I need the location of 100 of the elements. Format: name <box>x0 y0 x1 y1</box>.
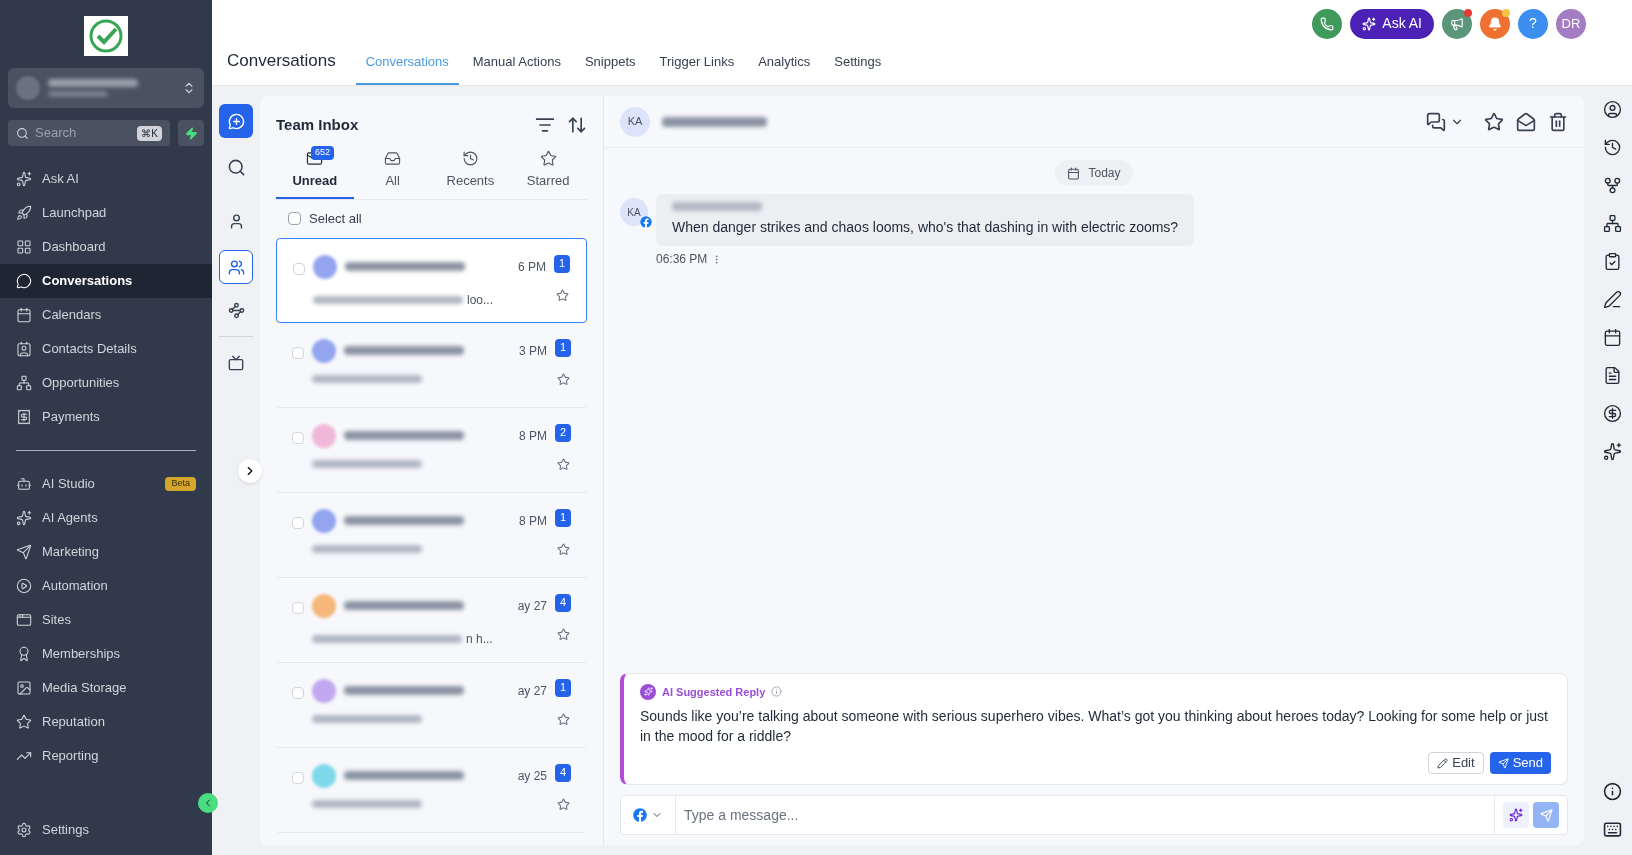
nav-item[interactable]: AI Agents <box>0 501 212 535</box>
header-tab[interactable]: Manual Actions <box>462 51 571 85</box>
nav-item[interactable]: Opportunities <box>0 366 212 400</box>
edit-button[interactable]: Edit <box>1428 752 1484 774</box>
collapse-button[interactable] <box>198 793 218 813</box>
nav-item[interactable]: Memberships <box>0 637 212 671</box>
conversation-row[interactable]: 8 PM 1 <box>276 492 587 578</box>
star-icon[interactable] <box>556 712 570 726</box>
announcements-button[interactable] <box>1442 8 1472 39</box>
filter-icon[interactable] <box>535 115 555 135</box>
sender-avatar: KA <box>620 198 648 226</box>
select-all-checkbox[interactable] <box>288 212 301 225</box>
trash-icon[interactable] <box>1548 111 1568 132</box>
date-chip: Today <box>1055 160 1133 186</box>
bell-icon <box>1488 16 1502 31</box>
keyboard-icon[interactable] <box>1602 820 1622 839</box>
history-icon[interactable] <box>1602 138 1622 157</box>
info-icon[interactable] <box>1602 782 1622 801</box>
send-button[interactable]: Send <box>1489 752 1551 774</box>
clipboard-icon[interactable] <box>1602 252 1622 271</box>
star-icon[interactable] <box>556 457 570 471</box>
search-input[interactable]: Search <box>35 123 132 143</box>
nav-item[interactable]: Calendars <box>0 298 212 332</box>
nav-item[interactable]: Ask AI <box>0 162 212 196</box>
fork-icon[interactable] <box>1602 176 1622 195</box>
ai-compose-button[interactable] <box>1503 802 1529 828</box>
row-checkbox[interactable] <box>292 601 304 614</box>
nav-item[interactable]: Reporting <box>0 739 212 773</box>
network-icon[interactable] <box>1602 214 1622 233</box>
nav-item[interactable]: Reputation <box>0 705 212 739</box>
nav-item[interactable]: Contacts Details <box>0 332 212 366</box>
nav-item[interactable]: Media Storage <box>0 671 212 705</box>
header-tab[interactable]: Analytics <box>748 51 821 85</box>
conversation-row[interactable]: ay 27 n h... 4 <box>276 577 587 663</box>
header-tab[interactable]: Trigger Links <box>649 51 745 85</box>
conversation-row[interactable]: ay 25 4 <box>276 747 587 833</box>
nav-item[interactable]: Launchpad <box>0 196 212 230</box>
message-composer[interactable]: Type a message... <box>620 795 1568 835</box>
team-button[interactable] <box>219 250 253 284</box>
inbox-tab[interactable]: Starred <box>509 146 587 199</box>
unread-badge: 1 <box>554 254 570 273</box>
dollar-icon[interactable] <box>1602 404 1622 423</box>
ask-ai-button[interactable]: Ask AI <box>1350 8 1434 39</box>
ai-reply-title: AI Suggested Reply <box>662 684 766 700</box>
row-checkbox[interactable] <box>292 516 304 529</box>
nodes-icon <box>227 301 245 319</box>
send-icon <box>1497 757 1509 769</box>
shortcut-key: ⌘K <box>137 125 162 141</box>
star-icon[interactable] <box>556 372 570 386</box>
screen-icon <box>228 355 244 371</box>
nav-item[interactable]: Dashboard <box>0 230 212 264</box>
nav-item[interactable]: Marketing <box>0 535 212 569</box>
calendar-icon <box>1067 166 1081 180</box>
document-icon[interactable] <box>1602 366 1622 385</box>
phone-button[interactable] <box>1312 8 1343 39</box>
header-tab[interactable]: Settings <box>824 51 892 85</box>
row-checkbox[interactable] <box>292 346 304 359</box>
user-circle-icon[interactable] <box>1602 100 1622 119</box>
inbox-tab[interactable]: 652 Unread <box>276 146 354 199</box>
row-checkbox[interactable] <box>292 771 304 784</box>
header-tab[interactable]: Snippets <box>574 51 646 85</box>
rocket-icon <box>16 205 32 221</box>
conversation-row[interactable]: 3 PM 1 <box>276 322 587 408</box>
sort-icon[interactable] <box>567 115 587 135</box>
facebook-icon[interactable] <box>633 808 647 822</box>
star-icon[interactable] <box>556 797 570 811</box>
account-switcher[interactable] <box>8 68 204 108</box>
notifications-button[interactable] <box>1480 8 1510 39</box>
calendar-icon[interactable] <box>1602 328 1622 347</box>
play-circle-icon <box>16 578 32 594</box>
row-checkbox[interactable] <box>293 262 305 275</box>
star-icon[interactable] <box>556 542 570 556</box>
inbox-tab[interactable]: Recents <box>431 146 510 199</box>
conversation-row[interactable]: 8 PM 2 <box>276 407 587 493</box>
mail-open-icon[interactable] <box>1516 111 1536 132</box>
search-field[interactable]: Search ⌘K <box>8 120 170 146</box>
nav-item[interactable]: Sites <box>0 603 212 637</box>
pen-icon[interactable] <box>1602 290 1622 309</box>
conversation-row[interactable]: ay 27 1 <box>276 662 587 748</box>
nav-item[interactable]: Settings <box>0 813 212 847</box>
star-icon[interactable] <box>555 288 569 302</box>
nav-item[interactable]: Automation <box>0 569 212 603</box>
conversation-row[interactable]: 6 PM loo... 1 <box>276 237 587 323</box>
star-icon[interactable] <box>556 627 570 641</box>
star-icon[interactable] <box>1484 111 1504 132</box>
nav-item[interactable]: Conversations <box>0 264 212 298</box>
expand-button[interactable] <box>238 459 262 483</box>
sparkles-icon[interactable] <box>1602 442 1622 461</box>
conversation-time: 6 PM <box>518 258 546 276</box>
nav-item[interactable]: Payments <box>0 400 212 434</box>
nav-item[interactable]: AI Studio Beta <box>0 467 212 501</box>
new-chat-button[interactable] <box>219 104 253 138</box>
inbox-tab[interactable]: All <box>353 146 432 199</box>
quick-action-button[interactable] <box>178 120 204 146</box>
search-icon <box>226 157 246 177</box>
row-checkbox[interactable] <box>292 686 304 699</box>
message-input[interactable]: Type a message... <box>676 796 1494 834</box>
blurred-text <box>48 91 108 97</box>
chats-icon[interactable] <box>1426 111 1446 132</box>
row-checkbox[interactable] <box>292 431 304 444</box>
